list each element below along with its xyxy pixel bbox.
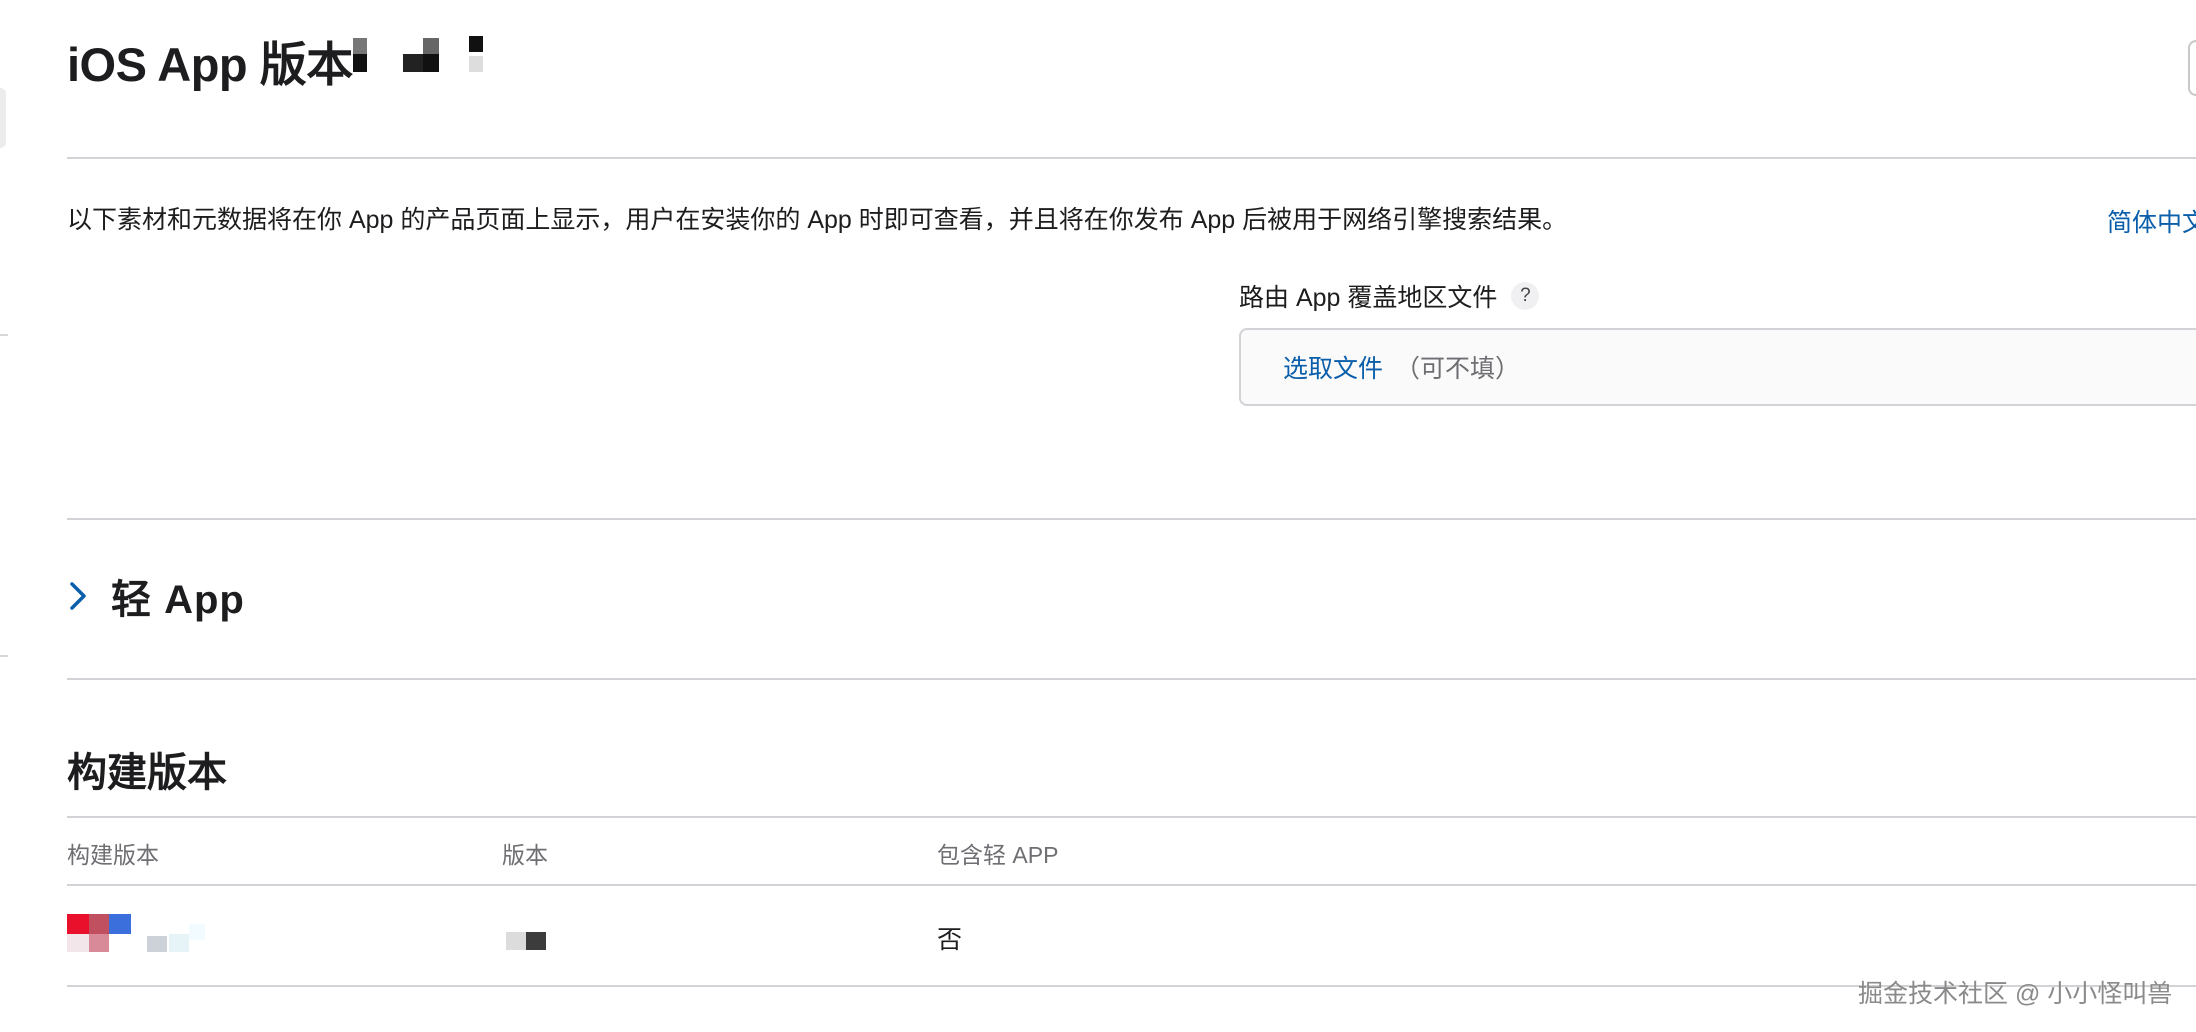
choose-file-button[interactable]: 选取文件 — [1283, 349, 1383, 385]
section-divider — [67, 518, 2196, 520]
sidebar-edge-tab[interactable] — [0, 88, 6, 148]
watermark: 掘金技术社区 @ 小小怪叫兽 — [1858, 980, 2173, 1008]
sidebar-edge-divider — [0, 655, 8, 657]
table-top-border — [67, 816, 2196, 818]
app-clip-section-toggle[interactable]: 轻 App — [67, 568, 245, 624]
metadata-description: 以下素材和元数据将在你 App 的产品页面上显示，用户在安装你的 App 时即可… — [67, 206, 1568, 234]
routing-coverage-label-text: 路由 App 覆盖地区文件 — [1239, 284, 1498, 312]
app-store-connect-page: iOS App 版本 以下素材和元数据将在你 App 的产品页面上显示，用户在安… — [0, 0, 2196, 1032]
sidebar-edge-divider — [0, 334, 8, 336]
redacted-version-value — [506, 932, 546, 950]
app-clip-title: 轻 App — [111, 578, 245, 622]
column-header-build: 构建版本 — [67, 842, 159, 868]
help-icon[interactable]: ? — [1511, 282, 1540, 310]
redacted-version-number — [352, 36, 483, 72]
includes-clip-value: 否 — [937, 926, 963, 954]
column-header-version: 版本 — [502, 842, 548, 868]
routing-coverage-label: 路由 App 覆盖地区文件 ? — [1239, 278, 1540, 314]
edge-button[interactable] — [2188, 40, 2196, 96]
column-header-includes-clip: 包含轻 APP — [937, 842, 1059, 868]
chevron-right-icon — [70, 582, 86, 610]
table-header-border — [67, 884, 2196, 886]
language-selector-link[interactable]: 简体中文 — [2107, 203, 2196, 239]
builds-section-title: 构建版本 — [67, 751, 227, 795]
page-title-row: iOS App 版本 — [67, 28, 503, 92]
build-app-icon[interactable] — [67, 910, 217, 960]
page-title: iOS App 版本 — [67, 37, 353, 91]
section-divider — [67, 157, 2196, 159]
optional-hint: （可不填） — [1395, 355, 1521, 383]
section-divider — [67, 678, 2196, 680]
routing-file-upload[interactable]: 选取文件 （可不填） — [1239, 328, 2196, 406]
